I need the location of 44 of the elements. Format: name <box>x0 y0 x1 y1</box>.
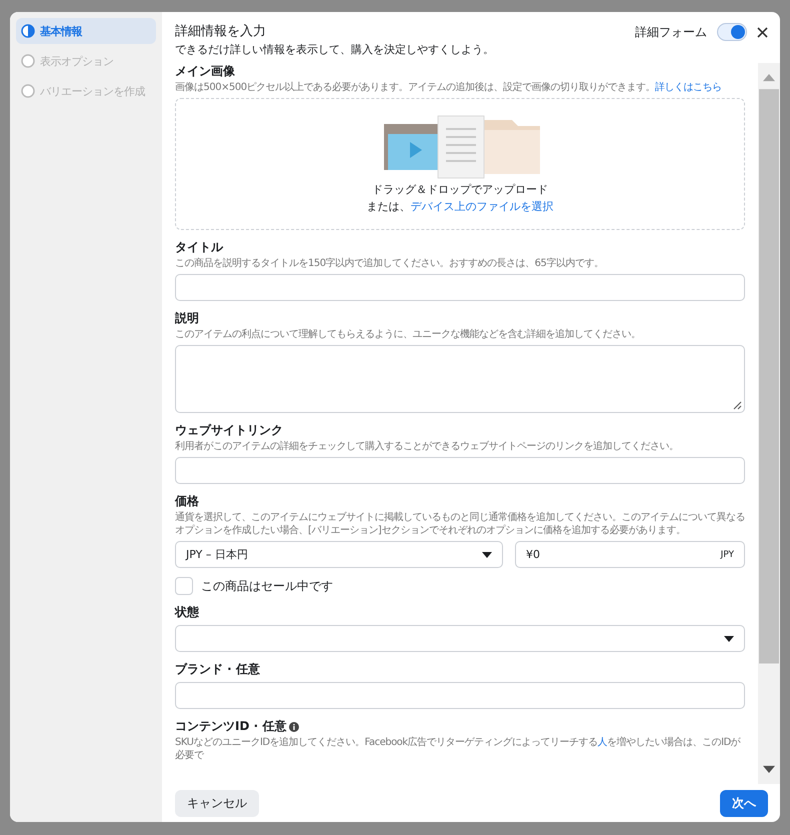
condition-select[interactable] <box>175 625 745 652</box>
dropdown-caret-icon <box>724 636 734 642</box>
field-label: ウェブサイトリンク <box>175 422 284 439</box>
step-circle-icon <box>21 24 35 38</box>
currency-select[interactable]: JPY – 日本円 <box>175 541 503 568</box>
step-circle-icon <box>21 84 35 98</box>
close-icon[interactable] <box>757 26 768 38</box>
price-input-field[interactable]: ¥0 JPY <box>515 541 745 568</box>
dialog-subtitle: できるだけ詳しい情報を表示して、購入を決定しやすくしよう。 <box>175 42 494 57</box>
toggle-label: 詳細フォーム <box>635 24 707 40</box>
resize-grip-icon[interactable] <box>733 401 742 410</box>
field-label: 状態 <box>175 604 200 621</box>
file-select-link[interactable]: デバイス上のファイルを選択 <box>410 200 554 213</box>
text-input-field[interactable] <box>175 457 745 484</box>
help-link[interactable]: 人 <box>598 737 608 748</box>
info-icon[interactable] <box>289 722 300 732</box>
field-description: 利用者がこのアイテムの詳細をチェックして購入することができるウェブサイトページのリンクを追加してください。 <box>175 440 680 453</box>
field-label: 説明 <box>175 310 200 327</box>
field-label: 価格 <box>175 493 200 510</box>
step-item[interactable]: 基本情報 <box>16 18 156 44</box>
text-input-field[interactable] <box>175 274 745 301</box>
field-label: ブランド · 任意 <box>175 661 261 678</box>
field-description: この商品を説明するタイトルを150字以内で追加してください。おすすめの長さは、65字以内です。 <box>175 257 604 270</box>
help-link[interactable]: 詳しくはこちら <box>655 82 722 93</box>
dialog-title: 詳細情報を入力 <box>175 23 267 40</box>
upload-dropzone[interactable]: ドラッグ＆ドロップでアップロード または、デバイス上のファイルを選択 <box>175 98 745 230</box>
drop-instruction: ドラッグ＆ドロップでアップロード <box>372 182 548 197</box>
field-label: タイトル <box>175 239 224 256</box>
checkbox[interactable] <box>175 577 193 595</box>
field-description: 通貨を選択して、このアイテムにウェブサイトに掲載しているものと同じ通常価格を追加してください。このアイテムについて異なるオプションを作成したい場合、[バリエーション]セクションでそれぞれのオプションに価格を追加する必要があります。 <box>175 511 745 537</box>
step-circle-icon <box>21 54 35 68</box>
field-description: SKUなどのユニークIDを追加してください。Facebook広告でリターゲティングによってリーチする人を増やしたい場合は、このIDが必要で <box>175 736 742 762</box>
scrollbar[interactable] <box>758 63 780 784</box>
checkbox-label: この商品はセール中です <box>201 578 333 594</box>
text-input-field[interactable] <box>175 682 745 709</box>
field-description: このアイテムの利点について理解してもらえるように、ユニークな機能などを含む詳細を追加してください。 <box>175 328 642 341</box>
field-label: コンテンツID · 任意 <box>175 718 745 735</box>
detail-form-toggle[interactable] <box>717 23 747 41</box>
field-label: メイン画像 <box>175 63 236 80</box>
cancel-button[interactable]: キャンセル <box>175 790 259 817</box>
next-button[interactable]: 次へ <box>720 790 768 817</box>
field-description: 画像は500×500ピクセル以上である必要があります。アイテムの追加後は、設定で画像の切り取りができます。詳しくはこちら <box>175 81 723 94</box>
file-select-text: または、デバイス上のファイルを選択 <box>366 199 554 214</box>
dropdown-caret-icon <box>482 552 492 558</box>
